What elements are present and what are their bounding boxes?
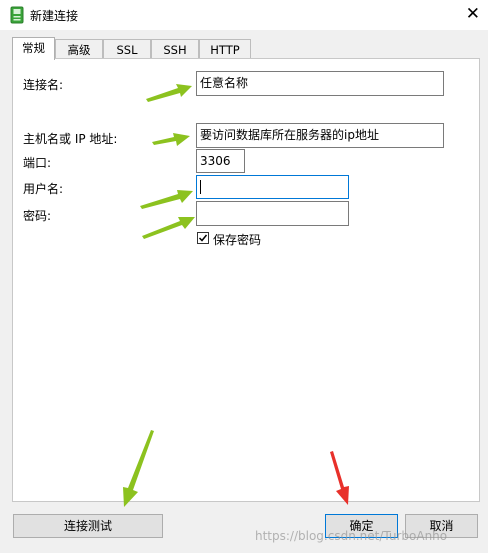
arrow-to-host-icon: [152, 133, 190, 146]
arrow-to-connection-name-icon: [146, 84, 192, 102]
arrow-to-password-icon: [142, 217, 195, 239]
arrow-to-username-icon: [140, 190, 193, 209]
arrow-to-test-button-icon: [123, 430, 154, 507]
tab-general[interactable]: 常规: [12, 37, 55, 60]
annotation-arrows: [123, 84, 349, 507]
arrow-to-ok-button-icon: [330, 451, 349, 505]
